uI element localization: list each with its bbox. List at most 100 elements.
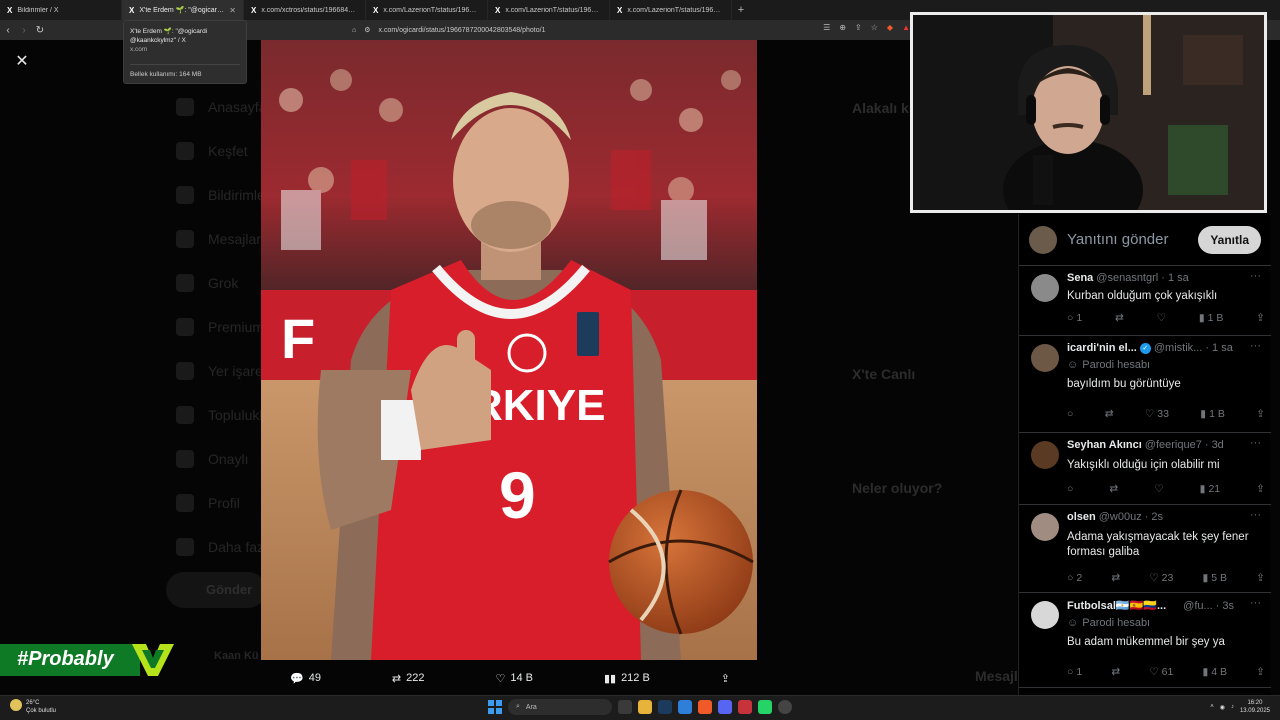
- repost-action[interactable]: ⇄: [1111, 666, 1120, 678]
- browser-tab[interactable]: Xx.com/xctrosi/status/1966841247803: [244, 0, 366, 20]
- repost-icon: ⇄: [1109, 483, 1119, 495]
- bookmark-icon: [176, 362, 194, 380]
- share-action[interactable]: ⇪: [1256, 408, 1265, 420]
- more-icon[interactable]: ···: [1250, 437, 1261, 449]
- reply-item[interactable]: Futbolsal🇦🇷🇪🇸🇨🇴... @fu... · 3s ··· ☺ Parodi…: [1019, 593, 1271, 688]
- views-action[interactable]: ▮ 1 B: [1200, 408, 1225, 420]
- volume-icon[interactable]: ♪: [1231, 704, 1234, 710]
- views-action[interactable]: ▮ 1 B: [1199, 312, 1224, 324]
- steam-icon[interactable]: [658, 700, 672, 714]
- browser-tab-active[interactable]: X X'te Erdem 🌱: "@ogicardi @kaa ✕: [122, 0, 244, 20]
- replies-panel: Yanıtını gönder Yanıtla Sena @senasntgrl ·…: [1018, 214, 1271, 695]
- avatar[interactable]: [1031, 441, 1059, 469]
- more-icon[interactable]: ···: [1250, 270, 1261, 282]
- reply-item[interactable]: Sena @senasntgrl · 1 sa ··· Kurban olduğum…: [1019, 266, 1271, 336]
- like-action[interactable]: ♡ 61: [1149, 666, 1173, 678]
- views-action[interactable]: ▮ 21: [1200, 483, 1220, 495]
- reply-item[interactable]: Seyhan Akıncı @feerique7 · 3d ··· Yakışıkl…: [1019, 433, 1271, 505]
- repost-action[interactable]: ⇄: [1115, 312, 1124, 324]
- zoom-icon[interactable]: ⊕: [839, 23, 846, 32]
- clock[interactable]: 16:20 13.09.2025: [1240, 699, 1270, 715]
- like-action[interactable]: ♡ 23: [1149, 572, 1173, 584]
- file-explorer-icon[interactable]: [638, 700, 652, 714]
- like-action[interactable]: ♡ 14 B: [495, 672, 533, 685]
- reply-count-action[interactable]: ○: [1067, 483, 1073, 495]
- tweet-photo[interactable]: F RKIYE 9: [261, 40, 757, 660]
- bar-chart-icon: ▮: [1199, 483, 1206, 495]
- share-icon[interactable]: ⇪: [855, 23, 862, 32]
- like-action[interactable]: ♡: [1157, 312, 1166, 324]
- store-icon[interactable]: [678, 700, 692, 714]
- like-action[interactable]: ♡: [1154, 483, 1163, 495]
- more-icon[interactable]: ···: [1250, 340, 1261, 352]
- view-count: 1 B: [1209, 408, 1225, 420]
- windows-start-icon[interactable]: [488, 700, 502, 714]
- share-action[interactable]: ⇪: [1256, 666, 1265, 678]
- whatsapp-icon[interactable]: [758, 700, 772, 714]
- shield-icon[interactable]: ◆: [887, 23, 893, 32]
- avatar[interactable]: [1031, 513, 1059, 541]
- repost-action[interactable]: ⇄: [1109, 483, 1118, 495]
- reply-count-action[interactable]: ○ 2: [1067, 572, 1082, 584]
- browser-tab[interactable]: Xx.com/LazerionT/status/19668442419: [610, 0, 732, 20]
- like-action[interactable]: ♡ 33: [1145, 408, 1169, 420]
- reply-input[interactable]: Yanıtını gönder: [1067, 231, 1198, 248]
- reply-author[interactable]: olsen: [1067, 511, 1096, 523]
- avatar[interactable]: [1031, 601, 1059, 629]
- star-icon[interactable]: ☆: [871, 23, 878, 32]
- reply-count-action[interactable]: ○ 1: [1067, 666, 1082, 678]
- bookmark-icon[interactable]: ⌂: [352, 27, 356, 34]
- taskbar-search[interactable]: ⌕ Ara: [508, 699, 612, 715]
- reply-author[interactable]: Sena: [1067, 272, 1093, 284]
- reply-action[interactable]: 💬 49: [290, 672, 321, 685]
- forward-icon[interactable]: ›: [16, 25, 32, 36]
- network-icon[interactable]: ◉: [1220, 704, 1225, 711]
- reply-author[interactable]: Seyhan Akıncı: [1067, 439, 1142, 451]
- repost-action[interactable]: ⇄: [1111, 572, 1120, 584]
- more-icon[interactable]: ···: [1250, 509, 1261, 521]
- view-count: 5 B: [1211, 572, 1228, 584]
- media-app-icon[interactable]: [738, 700, 752, 714]
- new-tab-button[interactable]: +: [732, 4, 750, 16]
- heart-icon: ♡: [1149, 572, 1159, 584]
- obs-icon[interactable]: [778, 700, 792, 714]
- search-icon: [176, 142, 194, 160]
- close-photo-button[interactable]: ✕: [12, 52, 32, 72]
- views-action[interactable]: ▮ 4 B: [1202, 666, 1227, 678]
- weather-widget[interactable]: 26°C Çok bulutlu: [10, 699, 56, 715]
- reply-button[interactable]: Yanıtla: [1198, 225, 1261, 254]
- avatar[interactable]: [1031, 344, 1059, 372]
- reply-text: Bu adam mükemmel bir şey ya: [1067, 636, 1225, 648]
- reply-author[interactable]: Futbolsal🇦🇷🇪🇸🇨🇴...: [1067, 599, 1166, 612]
- menu-icon[interactable]: ☰: [823, 23, 830, 32]
- repost-action[interactable]: ⇄ 222: [392, 672, 425, 685]
- views-action[interactable]: ▮▮ 212 B: [604, 672, 650, 685]
- back-icon[interactable]: ‹: [0, 25, 16, 36]
- repost-action[interactable]: ⇄: [1105, 408, 1114, 420]
- share-action[interactable]: ⇪: [721, 672, 730, 685]
- tab-close-icon[interactable]: ✕: [229, 6, 236, 15]
- reply-item[interactable]: olsen @w00uz · 2s ··· Adama yakışmayacak t…: [1019, 505, 1271, 593]
- browser-tab[interactable]: X Bildirimler / X: [0, 0, 122, 20]
- discord-icon[interactable]: [718, 700, 732, 714]
- browser-tab[interactable]: Xx.com/LazerionT/status/19668434859: [488, 0, 610, 20]
- share-action[interactable]: ⇪: [1256, 572, 1265, 584]
- reply-author[interactable]: icardi'nin el...: [1067, 342, 1137, 354]
- more-icon[interactable]: ···: [1250, 597, 1261, 609]
- bg-nav-item: Onaylı: [176, 450, 248, 468]
- share-action[interactable]: ⇪: [1256, 312, 1265, 324]
- rewards-icon[interactable]: ▲: [902, 23, 910, 32]
- share-action[interactable]: ⇪: [1256, 483, 1265, 495]
- reload-icon[interactable]: ↻: [32, 25, 48, 36]
- task-view-icon[interactable]: [618, 700, 632, 714]
- reply-count-action[interactable]: ○ 1: [1067, 312, 1082, 324]
- brave-browser-icon[interactable]: [698, 700, 712, 714]
- home-icon: [176, 98, 194, 116]
- site-settings-icon[interactable]: ⚙: [364, 26, 370, 34]
- reply-item[interactable]: icardi'nin el... ✓ @mistik... · 1 sa ··· ☺ P…: [1019, 336, 1271, 433]
- tray-chevron-icon[interactable]: ˄: [1210, 704, 1214, 710]
- avatar[interactable]: [1031, 274, 1059, 302]
- reply-count-action[interactable]: ○: [1067, 408, 1073, 420]
- views-action[interactable]: ▮ 5 B: [1202, 572, 1227, 584]
- browser-tab[interactable]: Xx.com/LazerionT/status/19668433919: [366, 0, 488, 20]
